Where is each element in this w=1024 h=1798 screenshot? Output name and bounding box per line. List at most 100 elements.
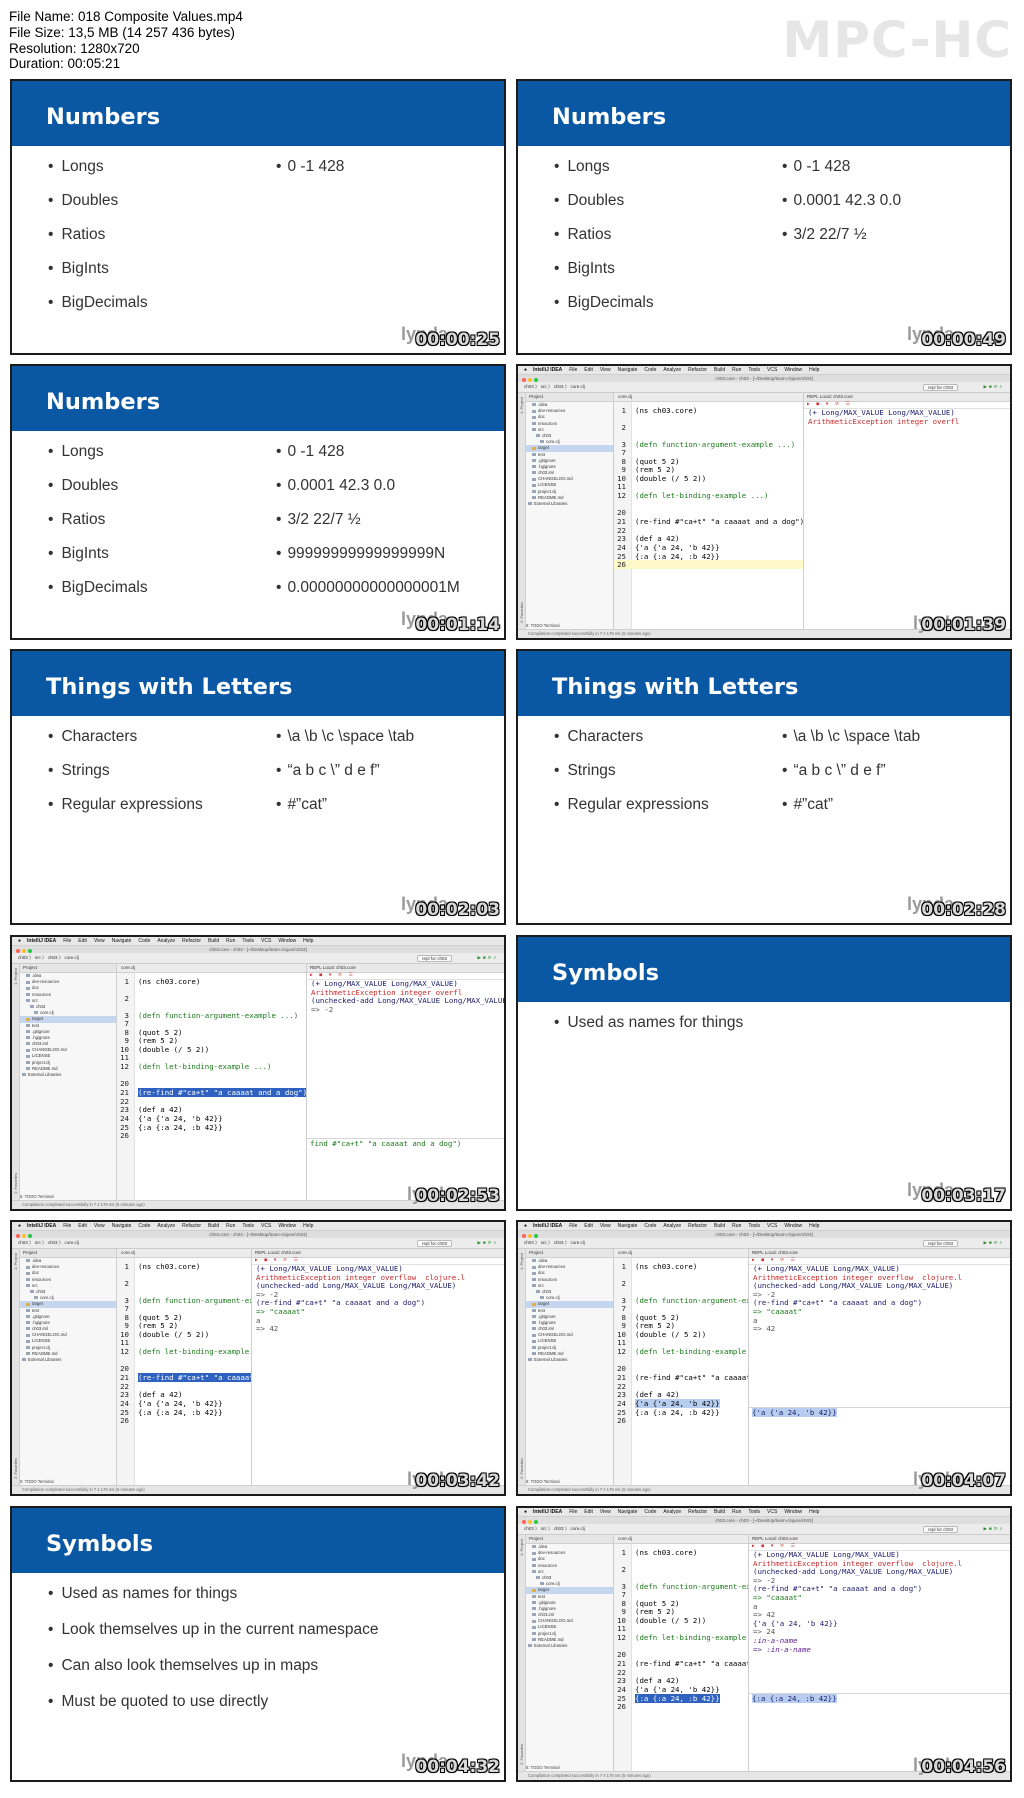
menu-item[interactable]: Tools [748, 1509, 760, 1515]
close-window-icon[interactable] [16, 1233, 20, 1238]
menu-item[interactable]: View [94, 938, 105, 944]
menu-item[interactable]: Build [714, 367, 725, 373]
minimize-window-icon[interactable] [22, 948, 26, 953]
menu-item[interactable]: IntelliJ IDEA [27, 938, 56, 944]
menu-item[interactable]: Edit [584, 1223, 593, 1229]
menu-item[interactable]: Help [303, 938, 313, 944]
run-toolbar-icons[interactable]: ▶■⟳⌕ [984, 1240, 1004, 1246]
menu-item[interactable]: Analyze [663, 1223, 681, 1229]
apple-icon[interactable]: ● [524, 367, 527, 373]
menu-item[interactable]: Refactor [688, 1509, 707, 1515]
menu-item[interactable]: Run [732, 1223, 741, 1229]
menu-item[interactable]: Edit [584, 367, 593, 373]
minimize-window-icon[interactable] [22, 1233, 26, 1238]
menu-item[interactable]: VCS [767, 367, 777, 373]
menu-item[interactable]: Edit [78, 1223, 87, 1229]
apple-icon[interactable]: ● [18, 1223, 21, 1229]
menu-item[interactable]: Navigate [618, 1223, 638, 1229]
menu-item[interactable]: VCS [261, 1223, 271, 1229]
video-thumbnail[interactable]: Things with Letters CharactersStringsRegu… [10, 649, 506, 925]
menu-item[interactable]: Run [732, 1509, 741, 1515]
menu-item[interactable]: Help [809, 1223, 819, 1229]
menu-item[interactable]: Analyze [157, 938, 175, 944]
editor-tab[interactable]: core.clj [117, 964, 306, 973]
menu-item[interactable]: File [63, 1223, 71, 1229]
minimize-window-icon[interactable] [528, 1233, 532, 1238]
menu-item[interactable]: Refactor [182, 938, 201, 944]
menu-item[interactable]: Tools [748, 367, 760, 373]
menu-item[interactable]: Refactor [688, 367, 707, 373]
menu-item[interactable]: Code [644, 367, 656, 373]
menu-item[interactable]: View [94, 1223, 105, 1229]
repl-panel[interactable]: REPL Local: ch03.core ▶ ■ ✖ ⟳ ☰ (+ Long/MA… [252, 1249, 504, 1485]
code-editor[interactable]: core.clj 1 (ns ch03.core) 2 3 (defn function-… [614, 1535, 749, 1771]
menu-item[interactable]: Code [644, 1509, 656, 1515]
bottom-tool-tabs[interactable]: 6: TODO Terminal [526, 1478, 560, 1485]
menu-item[interactable]: VCS [767, 1223, 777, 1229]
video-thumbnail[interactable]: Numbers LongsDoublesRatiosBigIntsBigDecim… [10, 79, 506, 355]
bottom-tool-tabs[interactable]: 6: TODO Terminal [20, 1478, 54, 1485]
menu-item[interactable]: Navigate [112, 1223, 132, 1229]
project-tool-tab[interactable]: 1: Project [13, 968, 18, 985]
menu-item[interactable]: Analyze [663, 1509, 681, 1515]
menu-item[interactable]: Edit [78, 938, 87, 944]
breadcrumb[interactable]: ch03 〉 src 〉 ch03 〉 core.clj [524, 1240, 585, 1245]
video-thumbnail[interactable]: Things with Letters CharactersStringsRegu… [516, 649, 1012, 925]
menu-item[interactable]: Tools [242, 938, 254, 944]
maximize-window-icon[interactable] [28, 1233, 32, 1238]
menu-item[interactable]: File [569, 1223, 577, 1229]
menu-item[interactable]: File [569, 1509, 577, 1515]
apple-icon[interactable]: ● [524, 1509, 527, 1515]
breadcrumb[interactable]: ch03 〉 src 〉 ch03 〉 core.clj [524, 384, 585, 389]
maximize-window-icon[interactable] [534, 1233, 538, 1238]
menu-item[interactable]: Window [278, 938, 296, 944]
menu-item[interactable]: File [63, 938, 71, 944]
menu-item[interactable]: IntelliJ IDEA [533, 1223, 562, 1229]
breadcrumb[interactable]: ch03 〉 src 〉 ch03 〉 core.clj [18, 1240, 79, 1245]
repl-panel[interactable]: REPL Local: ch03.core ▶ ■ ✖ ⟳ ☰ (+ Long/MA… [749, 1535, 1010, 1771]
menu-item[interactable]: View [600, 1223, 611, 1229]
video-thumbnail[interactable]: Numbers LongsDoublesRatiosBigIntsBigDecim… [10, 364, 506, 640]
editor-tab[interactable]: core.clj [614, 1535, 748, 1544]
favorites-tool-tab[interactable]: 2: Favorites [519, 1458, 524, 1479]
close-window-icon[interactable] [522, 1233, 526, 1238]
maximize-window-icon[interactable] [534, 1519, 538, 1524]
repl-input[interactable]: {'a {'a 24, 'b 42}} [749, 1407, 1010, 1418]
menu-item[interactable]: Tools [242, 1223, 254, 1229]
menu-item[interactable]: Help [809, 1509, 819, 1515]
code-editor[interactable]: core.clj 1 (ns ch03.core) 2 3 (defn function-… [614, 393, 804, 629]
menu-item[interactable]: Edit [584, 1509, 593, 1515]
maximize-window-icon[interactable] [534, 377, 538, 382]
video-thumbnail[interactable]: Numbers LongsDoublesRatiosBigIntsBigDecim… [516, 79, 1012, 355]
minimize-window-icon[interactable] [528, 377, 532, 382]
video-thumbnail[interactable]: ● IntelliJ IDEA File Edit View Navigate Code An… [10, 935, 506, 1211]
code-editor[interactable]: core.clj 1 (ns ch03.core) 2 3 (defn function-… [117, 964, 307, 1200]
video-thumbnail[interactable]: ● IntelliJ IDEA File Edit View Navigate Code An… [516, 364, 1012, 640]
menu-item[interactable]: IntelliJ IDEA [533, 367, 562, 373]
close-window-icon[interactable] [522, 1519, 526, 1524]
menu-item[interactable]: Window [784, 1223, 802, 1229]
favorites-tool-tab[interactable]: 2: Favorites [519, 1744, 524, 1765]
menu-item[interactable]: VCS [261, 938, 271, 944]
menu-item[interactable]: Navigate [618, 367, 638, 373]
project-tree-item[interactable]: External Libraries [20, 1357, 116, 1363]
code-editor[interactable]: core.clj 1 (ns ch03.core) 2 3 (defn function-… [614, 1249, 749, 1485]
repl-panel[interactable]: REPL Local: ch03.core ▶ ■ ✖ ⟳ ☰ (+ Long/MA… [307, 964, 504, 1200]
menu-item[interactable]: Build [714, 1223, 725, 1229]
menu-item[interactable]: View [600, 1509, 611, 1515]
project-tool-tab[interactable]: 1: Project [519, 1253, 524, 1270]
run-configuration-select[interactable]: repl for ch03 [416, 1240, 452, 1247]
menu-item[interactable]: IntelliJ IDEA [27, 1223, 56, 1229]
apple-icon[interactable]: ● [524, 1223, 527, 1229]
minimize-window-icon[interactable] [528, 1519, 532, 1524]
menu-item[interactable]: Navigate [618, 1509, 638, 1515]
video-thumbnail[interactable]: ● IntelliJ IDEA File Edit View Navigate Code An… [10, 1220, 506, 1496]
menu-item[interactable]: VCS [767, 1509, 777, 1515]
close-window-icon[interactable] [16, 948, 20, 953]
repl-input[interactable]: find #"ca+t" "a caaaat and a dog") [307, 1138, 504, 1149]
menu-item[interactable]: IntelliJ IDEA [533, 1509, 562, 1515]
bottom-tool-tabs[interactable]: 6: TODO Terminal [526, 1764, 560, 1771]
menu-item[interactable]: File [569, 367, 577, 373]
project-tree-item[interactable]: External Libraries [20, 1072, 116, 1078]
favorites-tool-tab[interactable]: 2: Favorites [519, 602, 524, 623]
